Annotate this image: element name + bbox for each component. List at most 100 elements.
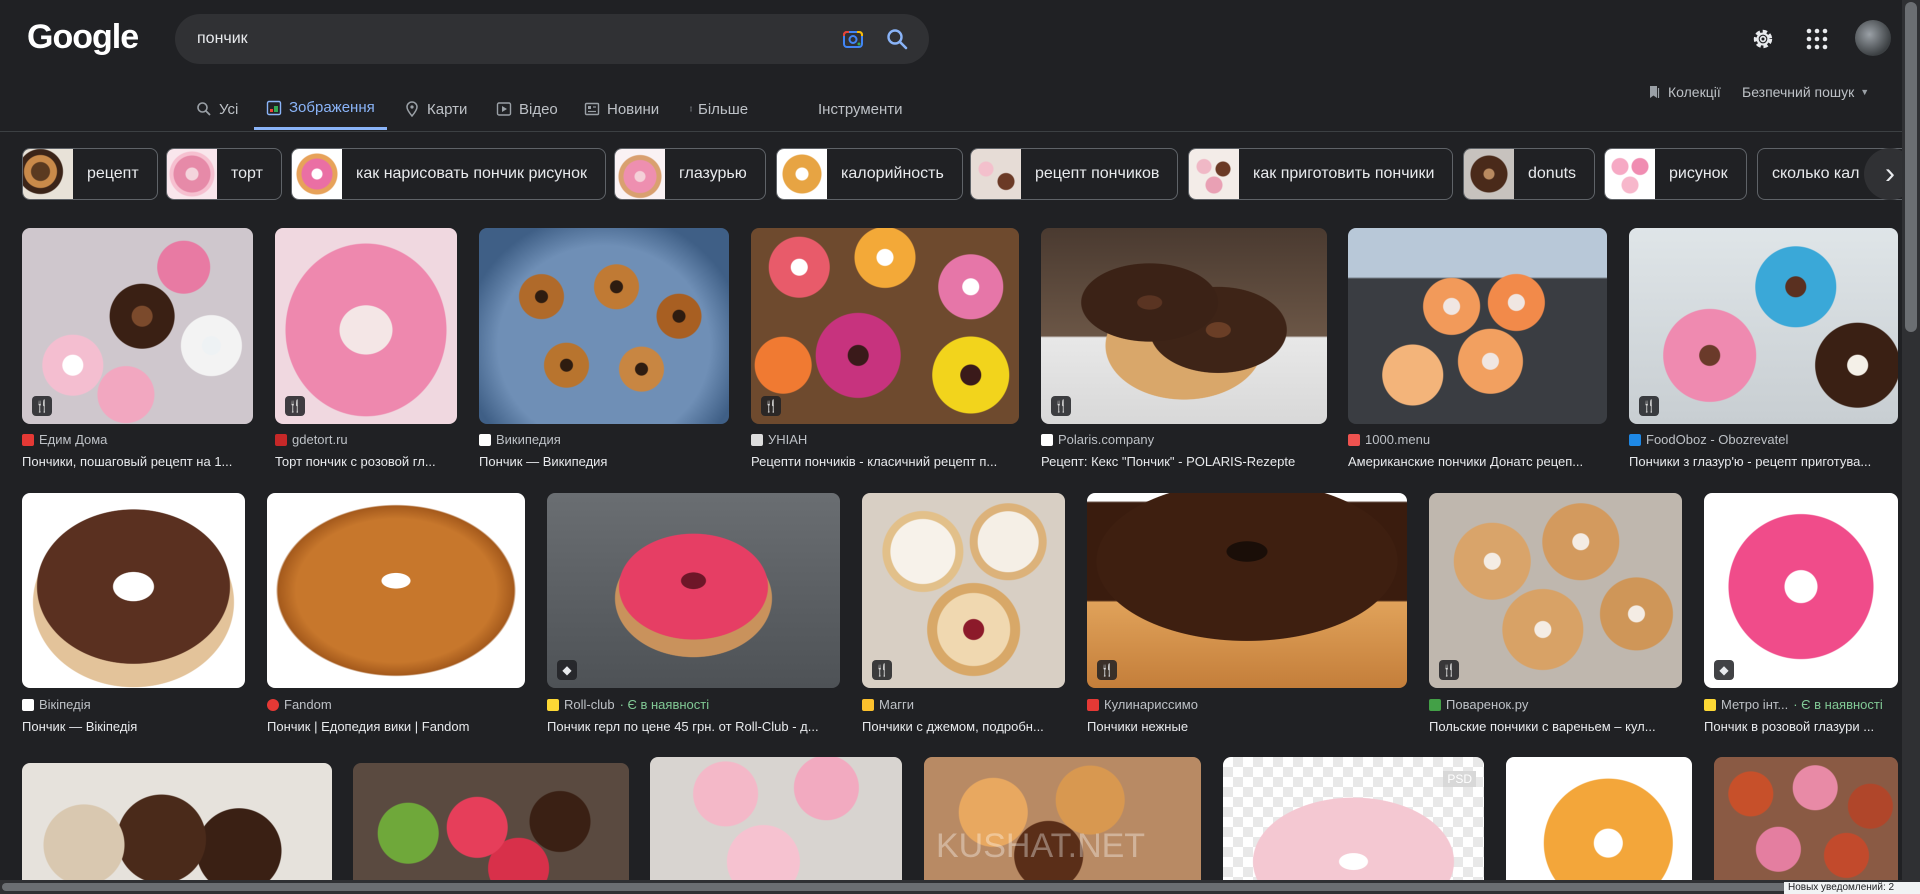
result-source[interactable]: 1000.menu [1348, 432, 1607, 447]
result-image[interactable] [479, 228, 729, 424]
result-title[interactable]: Пончик в розовой глазури ... [1704, 719, 1898, 734]
psd-label: PSD [1443, 771, 1476, 787]
result-image[interactable]: 🍴 [22, 228, 253, 424]
result-title[interactable]: Пончики с джемом, подробн... [862, 719, 1065, 734]
result-source[interactable]: Вікіпедія [22, 697, 245, 712]
source-name: Едим Дома [39, 432, 108, 447]
result-image[interactable]: ◆ [1704, 493, 1898, 688]
chip-calories[interactable]: калорийность [776, 148, 963, 200]
chip-label: как приготовить пончики [1253, 165, 1435, 182]
favicon-icon [751, 433, 763, 446]
chip-label: сколько кал [1772, 165, 1860, 182]
vertical-scrollbar[interactable] [1902, 0, 1920, 894]
gear-icon[interactable] [1750, 26, 1776, 52]
related-chips: рецепт торт как нарисовать пончик рисуно… [0, 148, 1920, 202]
tab-images[interactable]: Зображення [254, 88, 387, 130]
result-image[interactable] [1506, 757, 1692, 880]
search-input[interactable] [197, 14, 797, 64]
result-image[interactable] [650, 757, 902, 880]
result-source[interactable]: Fandom [267, 697, 525, 712]
favicon-icon [547, 698, 559, 711]
notification-status: Новых уведомлений: 2 [1784, 882, 1920, 894]
result-title[interactable]: Пончики з глазур'ю - рецепт приготува... [1629, 454, 1898, 469]
result-image[interactable]: 🍴 [1629, 228, 1898, 424]
result-title[interactable]: Пончик | Едопедия вики | Fandom [267, 719, 525, 734]
camera-lens-icon[interactable] [841, 27, 865, 51]
tab-more[interactable]: Більше [688, 88, 748, 130]
result-source[interactable]: FoodOboz - Obozrevatel [1629, 432, 1898, 447]
result-title[interactable]: Пончики нежные [1087, 719, 1407, 734]
search-icon [197, 102, 211, 116]
result-image[interactable] [1348, 228, 1607, 424]
chip-how-to-cook[interactable]: как приготовить пончики [1188, 148, 1454, 200]
source-name: Кулинариссимо [1104, 697, 1198, 712]
caret-down-icon: ▼ [1860, 87, 1870, 97]
result-image[interactable]: 🍴 [862, 493, 1065, 688]
search-box[interactable] [175, 14, 929, 64]
search-icon[interactable] [885, 27, 909, 51]
result-source[interactable]: Polaris.company [1041, 432, 1327, 447]
result-image[interactable]: 🍴 [751, 228, 1019, 424]
tab-news[interactable]: Новини [584, 88, 659, 130]
chip-donut-recipe[interactable]: рецепт пончиков [970, 148, 1179, 200]
result-image[interactable] [267, 493, 525, 688]
recipe-fork-icon: 🍴 [1097, 660, 1117, 680]
safe-search-link[interactable]: Безпечний пошук ▼ [1742, 84, 1869, 100]
result-title[interactable]: Польские пончики с вареньем – кул... [1429, 719, 1682, 734]
chip-label: как нарисовать пончик рисунок [356, 165, 588, 182]
chip-glaze[interactable]: глазурью [614, 148, 766, 200]
result-source[interactable]: Roll-club · Є в наявності [547, 697, 840, 712]
result-source[interactable]: Магги [862, 697, 1065, 712]
collections-link[interactable]: Колекції [1646, 84, 1721, 100]
favicon-icon [275, 433, 287, 446]
chip-cake[interactable]: торт [166, 148, 282, 200]
tab-all[interactable]: Усі [196, 88, 238, 130]
result-image[interactable]: 🍴 [1429, 493, 1682, 688]
chip-drawing[interactable]: рисунок [1604, 148, 1747, 200]
vertical-scrollbar-thumb[interactable] [1905, 2, 1917, 332]
result-title[interactable]: Рецепти пончиків - класичний рецепт п... [751, 454, 1019, 469]
result-image[interactable] [22, 493, 245, 688]
google-logo[interactable]: Google [27, 18, 139, 57]
result-source[interactable]: Кулинариссимо [1087, 697, 1407, 712]
tab-maps[interactable]: Карти [404, 88, 467, 130]
chip-label: рецепт [87, 165, 139, 182]
apps-grid-icon[interactable] [1806, 28, 1828, 50]
chip-thumbnail [1189, 149, 1239, 199]
result-title[interactable]: Американские пончики Донатс рецеп... [1348, 454, 1607, 469]
horizontal-scrollbar-thumb[interactable] [2, 883, 1842, 891]
result-image[interactable]: 🍴 [1041, 228, 1327, 424]
result-title[interactable]: Пончик — Вікіпедія [22, 719, 245, 734]
chip-how-to-draw[interactable]: как нарисовать пончик рисунок [291, 148, 607, 200]
horizontal-scrollbar[interactable] [0, 880, 1902, 894]
tab-tools[interactable]: Інструменти [818, 88, 903, 130]
result-image[interactable]: 🍴 [275, 228, 457, 424]
result-source[interactable]: Википедия [479, 432, 729, 447]
favicon-icon [1087, 698, 1099, 711]
result-title[interactable]: Пончик герл по цене 45 грн. от Roll-Club… [547, 719, 840, 734]
result-source[interactable]: gdetort.ru [275, 432, 457, 447]
result-image[interactable]: PSD [1223, 757, 1484, 880]
result-image[interactable]: KUSHAT.NET [924, 757, 1201, 880]
tab-video[interactable]: Відео [496, 88, 558, 130]
result-title[interactable]: Торт пончик с розовой гл... [275, 454, 457, 469]
result-title[interactable]: Рецепт: Кекс "Пончик" - POLARIS-Rezepte [1041, 454, 1327, 469]
avatar[interactable] [1855, 20, 1891, 56]
result-source[interactable]: Метро інт... · Є в наявності [1704, 697, 1898, 712]
result-title[interactable]: Пончик — Википедия [479, 454, 729, 469]
result-image[interactable] [353, 763, 629, 880]
result-title[interactable]: Пончики, пошаговый рецепт на 1... [22, 454, 253, 469]
result-image[interactable]: ◆ [547, 493, 840, 688]
tab-label: Карти [427, 100, 468, 118]
result-source[interactable]: Едим Дома [22, 432, 253, 447]
news-icon [584, 102, 600, 116]
result-image[interactable] [22, 763, 332, 880]
chip-donuts[interactable]: donuts [1463, 148, 1596, 200]
chip-recipe[interactable]: рецепт [22, 148, 158, 200]
result-source[interactable]: Поваренок.ру [1429, 697, 1682, 712]
result-source[interactable]: УНІАН [751, 432, 1019, 447]
result-image[interactable] [1714, 757, 1898, 880]
source-name: 1000.menu [1365, 432, 1431, 447]
result-image[interactable]: 🍴 [1087, 493, 1407, 688]
play-icon [496, 102, 512, 116]
